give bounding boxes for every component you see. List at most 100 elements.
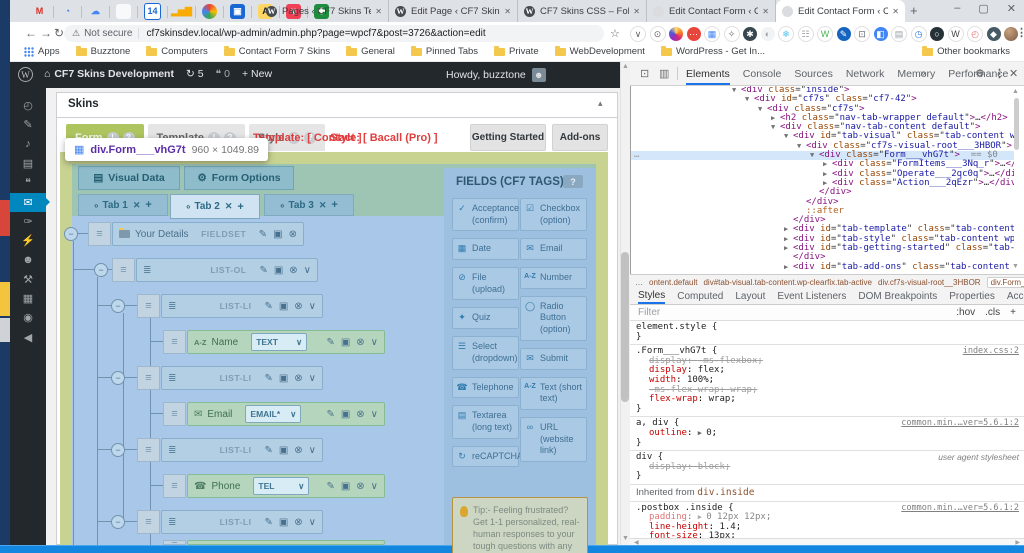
new-item[interactable]: + New [242,68,272,80]
chevron-down-icon[interactable]: ∨ [309,301,316,312]
dropper-ext-icon[interactable]: ✎ [836,27,851,41]
snowflake-ext-icon[interactable]: ❄ [778,26,794,42]
field-button-recaptcha[interactable]: ↻ reCAPTCHA [452,445,523,468]
collapse-node-icon[interactable]: − [111,299,125,313]
drag-handle[interactable]: ≡ [112,258,135,282]
add-tab-icon[interactable]: + [145,199,151,211]
admin-bar-right[interactable]: Howdy, buzztone ☻ [446,68,546,82]
expand-arrow-icon[interactable]: ▶ [698,429,706,437]
puzzle-ext-icon[interactable]: ◆ [986,27,1001,41]
sidebar-item-contact[interactable]: ✉ [10,192,46,212]
styles-pane[interactable]: element.style {} index.css:2 .Form___vhG7t… [630,321,1024,538]
styles-tab-styles[interactable]: Styles [638,290,666,304]
add-tab-icon[interactable]: + [237,201,243,213]
devtools-tab-memory[interactable]: Memory [897,68,935,85]
collapse-node-icon[interactable]: − [64,227,78,241]
forward-icon[interactable]: → [40,26,52,40]
field-button-telephone[interactable]: ☎ Telephone [452,376,519,399]
chevron-down-icon[interactable]: ∨ [371,409,378,420]
bookmark-star-icon[interactable]: ☆ [610,27,620,40]
comments-item[interactable]: ❝ 0 [216,68,230,80]
metabox-toggle-icon[interactable]: ▴ [598,98,603,109]
copy-icon[interactable]: ▣ [341,337,350,348]
css-property[interactable]: outline: ▶ 0; [636,428,1018,439]
close-tab-icon[interactable]: ✕ [633,7,640,16]
breadcrumb-overflow[interactable]: … [635,278,643,287]
edit-icon[interactable]: ✎ [259,265,267,276]
analytics-icon[interactable]: ▂▅▇ [171,4,192,19]
scroll-down-icon[interactable]: ▼ [622,535,629,542]
pages-ext-icon[interactable]: ▤ [891,26,907,42]
bookmark-item[interactable]: Pinned Tabs [410,45,478,57]
browser-tab[interactable]: Edit Contact Form ‹ CF7 Skins✕ [647,0,776,22]
css-property[interactable]: flex-wrap: wrap; [636,394,1018,405]
edit-icon[interactable]: ✎ [326,409,334,420]
collapse-arrow-icon[interactable]: ▶ [784,244,788,253]
close-tab-icon[interactable]: ✕ [133,200,141,211]
close-tab-icon[interactable]: ✕ [375,7,382,16]
styles-horizontal-scrollbar[interactable]: ◀ ▶ [630,538,1024,546]
chevron-down-icon[interactable]: ∨ [309,517,316,528]
bookmark-item[interactable]: General [346,45,395,57]
styles-tab-event-listeners[interactable]: Event Listeners [777,291,846,302]
search-console-icon[interactable]: ◔ [60,4,75,19]
copy-icon[interactable]: ▣ [273,229,282,240]
delete-icon[interactable]: ⊗ [356,337,364,348]
delete-icon[interactable]: ⊗ [289,265,297,276]
close-window-button[interactable]: ✕ [1007,2,1016,15]
styles-tab-layout[interactable]: Layout [735,291,765,302]
bookmark-item[interactable]: WebDevelopment [554,45,645,57]
drag-handle[interactable]: ≡ [163,474,186,498]
blue-tag-ext-icon[interactable]: ◧ [873,27,888,41]
tree-row[interactable] [187,540,385,545]
bookmark-item[interactable]: Contact Form 7 Skins [223,45,330,57]
form-tab[interactable]: ‹› Tab 3 ✕ + [264,194,354,216]
expand-arrow-icon[interactable]: ▶ [698,513,706,521]
drag-handle[interactable]: ≡ [137,366,160,390]
field-button-date[interactable]: ▦ Date [452,238,519,261]
sidebar-item-plugins[interactable]: ⚡ [10,231,46,250]
clock-blue-ext-icon[interactable]: ◷ [910,26,927,42]
instagram-ext-icon[interactable] [669,27,683,41]
tree-row[interactable]: ≣ LIST-LI ✎ ▣ ⊗ ∨ [161,366,323,390]
tab-visual-data[interactable]: ▤ Visual Data [78,166,180,190]
collapse-arrow-icon[interactable]: ▶ [784,263,788,272]
tree-row[interactable]: ≣ LIST-OL ✎ ▣ ⊗ ∨ [136,258,318,282]
rule-selector[interactable]: element.style { [636,322,1018,333]
copy-icon[interactable]: ▣ [341,481,350,492]
browser-menu-icon[interactable]: ⋮ [1016,26,1024,39]
field-button-checkbox[interactable]: ☑ Checkbox (option) [520,198,587,232]
collapse-node-icon[interactable]: − [111,515,125,529]
delete-icon[interactable]: ⊗ [356,481,364,492]
devtools-close-icon[interactable]: ✕ [1009,67,1018,80]
edit-icon[interactable]: ✎ [264,301,272,312]
more-tabs-icon[interactable]: » [920,68,926,79]
getting-started-button[interactable]: Getting Started [470,124,546,151]
inspect-element-icon[interactable]: ⊡ [640,67,649,80]
devtools-tab-network[interactable]: Network [846,68,885,85]
styles-tab-accessibility[interactable]: Accessibility [1007,291,1024,302]
drag-handle[interactable]: ≡ [88,222,111,246]
edit-icon[interactable]: ✎ [264,517,272,528]
copy-icon[interactable]: ▣ [341,409,350,420]
scroll-up-icon[interactable]: ▲ [622,63,629,70]
back-icon[interactable]: ← [25,26,37,40]
bookmark-item[interactable]: Buzztone [75,45,130,57]
camera-ext-icon[interactable]: ⊙ [649,26,666,42]
sidebar-item-dashboard[interactable]: ◴ [10,96,46,115]
collapse-node-icon[interactable]: − [94,263,108,277]
styles-tab-dom-breakpoints[interactable]: DOM Breakpoints [858,291,937,302]
field-button-radio[interactable]: ◯ Radio Button (option) [520,295,587,341]
copy-icon[interactable]: ▣ [279,373,288,384]
sidebar-item-collapse[interactable]: ◀ [10,328,46,347]
expand-arrow-icon[interactable]: ▼ [758,105,762,114]
drag-handle[interactable]: ≡ [163,540,186,545]
edit-icon[interactable]: ✎ [326,481,334,492]
filter-input[interactable]: Filter [638,307,660,318]
drag-handle[interactable]: ≡ [137,438,160,462]
stylesheet-link[interactable]: common.min.…ver=5.6.1:2 [901,419,1019,429]
collapse-node-icon[interactable]: − [111,371,125,385]
drag-handle[interactable]: ≡ [163,402,186,426]
maximize-button[interactable]: ▢ [978,2,988,15]
url-text[interactable]: cf7skinsdev.local/wp-admin/admin.php?pag… [146,28,485,39]
